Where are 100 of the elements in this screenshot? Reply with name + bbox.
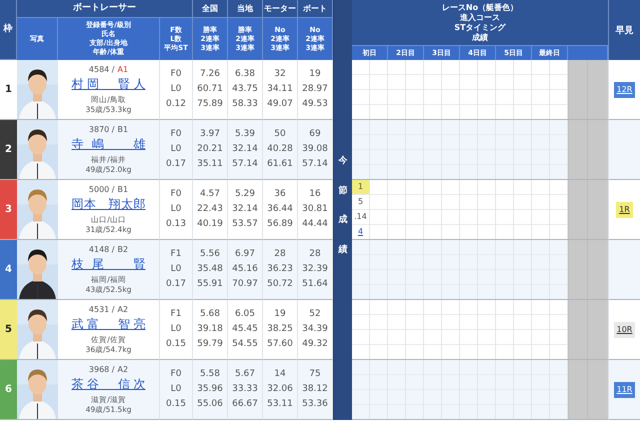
- stat-value: F0: [170, 68, 182, 81]
- stat-value: 70.97: [232, 278, 258, 291]
- frame-number: 4: [0, 240, 17, 300]
- race-badge[interactable]: 12R: [614, 82, 636, 98]
- stat-value: 53.36: [302, 398, 328, 411]
- stat-value: 32.39: [302, 263, 328, 276]
- stat-value: 35.96: [197, 383, 223, 396]
- race-number: 1: [352, 180, 369, 194]
- stat-value: 61.61: [267, 158, 293, 171]
- stat-value: 66.67: [232, 398, 258, 411]
- stat-value: L0: [170, 383, 182, 396]
- racer-name-link[interactable]: 武富 智亮: [72, 316, 146, 333]
- column-header: 早見: [608, 0, 640, 60]
- stat-value: 28.97: [302, 83, 328, 96]
- racer-name-link[interactable]: 枝尾 賢: [72, 256, 146, 273]
- race-result-link[interactable]: 4: [358, 227, 364, 236]
- stat-value: 43.75: [232, 83, 258, 96]
- registration-number: 4584 /: [88, 65, 115, 75]
- stat-value: 38.25: [267, 323, 293, 336]
- stat-value: 40.19: [197, 218, 223, 231]
- column-header: モーター: [263, 0, 298, 18]
- stat-value: L0: [170, 203, 182, 216]
- racer-grade: B2: [118, 245, 128, 255]
- racer-grade: A2: [118, 305, 128, 315]
- racer-grade: B1: [118, 125, 128, 135]
- stat-value: 5.58: [200, 368, 220, 381]
- stat-value: 59.79: [197, 338, 223, 351]
- stat-value: 6.05: [234, 308, 256, 321]
- stat-value: 20.21: [197, 143, 223, 156]
- stat-value: F0: [170, 128, 182, 141]
- stat-value: 0.12: [166, 98, 186, 111]
- stat-value: 35.48: [197, 263, 223, 276]
- stat-value: 6.97: [234, 248, 256, 261]
- stat-value: 5.67: [234, 368, 256, 381]
- stat-value: 39.08: [302, 143, 328, 156]
- stat-value: 44.44: [302, 218, 328, 231]
- column-header: 当地: [228, 0, 263, 18]
- racer-name-link[interactable]: 村岡 賢人: [72, 76, 146, 93]
- stat-value: 54.55: [232, 338, 258, 351]
- stat-value: 0.15: [166, 398, 186, 411]
- frame-number: 6: [0, 360, 17, 420]
- stat-value: 36: [274, 188, 286, 201]
- race-badge[interactable]: 11R: [614, 382, 636, 398]
- stat-value: 4.57: [200, 188, 220, 201]
- stat-value: 55.06: [197, 398, 223, 411]
- stat-value: 45.16: [232, 263, 258, 276]
- stat-value: 5.68: [200, 308, 220, 321]
- stat-value: 33.33: [232, 383, 258, 396]
- stat-value: 28: [274, 248, 286, 261]
- stat-value: L0: [170, 263, 182, 276]
- stat-value: 0.17: [166, 158, 186, 171]
- entry-course: 5: [356, 196, 364, 208]
- stat-value: 50: [274, 128, 286, 141]
- stat-value: 57.60: [267, 338, 293, 351]
- stat-value: 52: [309, 308, 321, 321]
- column-header: レースNo（艇番色） 進入コース STタイミング 成績: [352, 0, 608, 45]
- stat-value: 56.89: [267, 218, 293, 231]
- stat-value: 75.89: [197, 98, 223, 111]
- stat-value: 30.81: [302, 203, 328, 216]
- column-header: ボート: [298, 0, 333, 18]
- column-header: 全国: [193, 0, 228, 18]
- racer-name-link[interactable]: 岡本 翔太郎: [72, 196, 146, 213]
- racer-name-link[interactable]: 茶谷 信次: [72, 376, 146, 393]
- stat-value: 19: [309, 68, 321, 81]
- stat-value: 45.45: [232, 323, 258, 336]
- frame-number: 3: [0, 180, 17, 240]
- stat-value: 5.39: [234, 128, 256, 141]
- stat-value: 32.14: [232, 143, 258, 156]
- stat-value: 50.72: [267, 278, 293, 291]
- racer-name-link[interactable]: 寺嶋 雄: [72, 136, 146, 153]
- racer-grade: A1: [118, 65, 128, 75]
- stat-value: 34.39: [302, 323, 328, 336]
- column-header: 枠: [0, 0, 17, 60]
- race-badge[interactable]: 1R: [616, 202, 633, 218]
- stat-value: L0: [170, 143, 182, 156]
- stat-value: 36.23: [267, 263, 293, 276]
- stat-value: 58.33: [232, 98, 258, 111]
- stat-value: 0.17: [166, 278, 186, 291]
- header-cell: [568, 45, 608, 60]
- stat-value: 3.97: [200, 128, 220, 141]
- stat-value: 49.07: [267, 98, 293, 111]
- stat-value: 32: [274, 68, 286, 81]
- stat-value: 28: [309, 248, 321, 261]
- stat-value: 5.56: [200, 248, 220, 261]
- stat-value: 32.06: [267, 383, 293, 396]
- stat-value: 36.44: [267, 203, 293, 216]
- racer-grade: B1: [118, 185, 128, 195]
- stat-value: 5.29: [234, 188, 256, 201]
- divider-label: 今節成績: [338, 154, 348, 258]
- race-badge[interactable]: 10R: [614, 322, 636, 338]
- stat-value: 0.13: [166, 218, 186, 231]
- stat-value: 32.14: [232, 203, 258, 216]
- column-header: ボートレーサー: [17, 0, 193, 18]
- stat-value: F0: [170, 368, 182, 381]
- stat-value: 22.43: [197, 203, 223, 216]
- stat-value: 16: [309, 188, 321, 201]
- stat-value: 39.18: [197, 323, 223, 336]
- registration-number: 3968 /: [88, 365, 115, 375]
- stat-value: 55.91: [197, 278, 223, 291]
- stat-value: 57.14: [302, 158, 328, 171]
